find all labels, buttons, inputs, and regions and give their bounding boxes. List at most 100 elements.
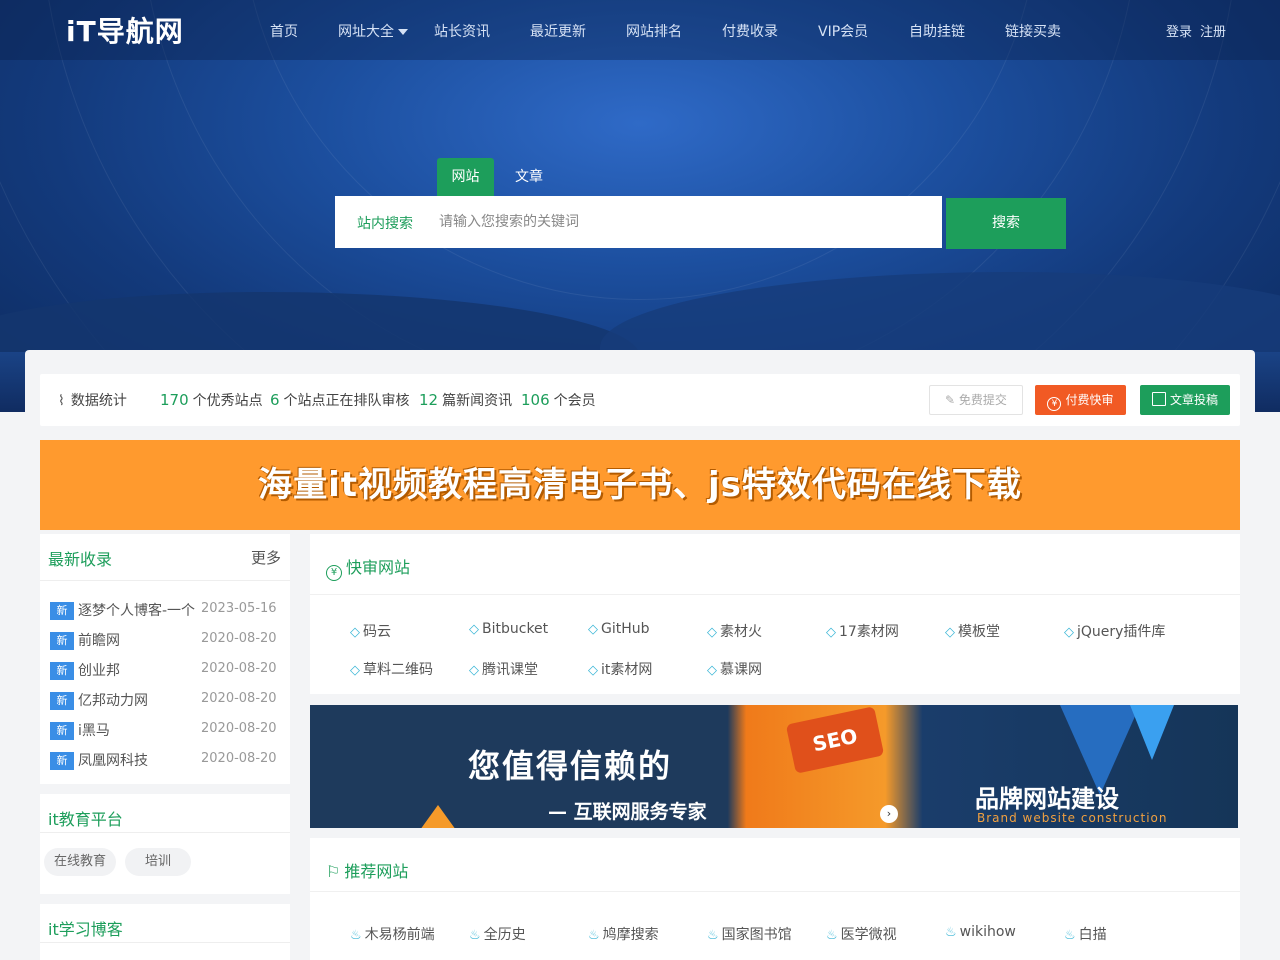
tab-site[interactable]: 网站: [437, 158, 494, 196]
nav-item-directory-label: 网址大全: [338, 24, 394, 40]
stat-news: 12 篇新闻资讯: [419, 390, 512, 410]
site-link[interactable]: ◇ GitHub: [588, 621, 650, 637]
diamond-icon: ◇: [707, 625, 717, 640]
free-submit-button[interactable]: ✎ 免费提交: [929, 385, 1023, 415]
latest-more-link[interactable]: 更多: [251, 547, 281, 568]
nav-item-ranking[interactable]: 网站排名: [626, 21, 682, 41]
chevron-right-icon[interactable]: ›: [880, 805, 898, 823]
edu-card: it教育平台 在线教育 培训: [40, 794, 290, 894]
list-item[interactable]: 新 i黑马 2020-08-20: [50, 720, 285, 740]
nav-item-recent[interactable]: 最近更新: [530, 21, 586, 41]
site-link[interactable]: ♨ 全历史: [469, 924, 526, 944]
fast-review-title-label: 快审网站: [346, 558, 411, 577]
site-link-label: 模板堂: [958, 624, 1000, 640]
tab-article[interactable]: 文章: [507, 158, 551, 196]
stat-pending: 6 个站点正在排队审核: [270, 390, 410, 410]
site-link[interactable]: ◇ jQuery插件库: [1064, 621, 1165, 641]
blog-card: it学习博客: [40, 904, 290, 960]
paid-review-button[interactable]: ¥ 付费快审: [1035, 385, 1126, 415]
top-nav: iT导航网 首页 网址大全 站长资讯 最近更新 网站排名 付费收录 VIP会员 …: [0, 0, 1280, 60]
site-link-label: GitHub: [601, 621, 650, 637]
chevron-down-icon: [398, 29, 408, 35]
ad-subline: — 互联网服务专家: [548, 801, 707, 823]
site-link[interactable]: ◇ 模板堂: [945, 621, 1000, 641]
tag-online-edu[interactable]: 在线教育: [44, 848, 117, 876]
list-item[interactable]: 新逐梦个人博客-一个 2023-05-16: [50, 600, 285, 620]
nav-item-paid[interactable]: 付费收录: [722, 21, 778, 41]
site-link[interactable]: ◇ Bitbucket: [469, 621, 548, 637]
pulse-icon: ⌇: [58, 393, 65, 409]
search-box: 站内搜索: [335, 196, 942, 248]
list-item-date: 2020-08-20: [201, 751, 277, 766]
site-link-label: wikihow: [959, 924, 1016, 940]
new-badge: 新: [50, 752, 74, 770]
list-item-name: 凤凰网科技: [78, 753, 148, 769]
flag-icon: ⚐: [326, 862, 341, 881]
nav-item-selflink[interactable]: 自助挂链: [909, 21, 965, 41]
register-link[interactable]: 注册: [1200, 21, 1226, 40]
list-item[interactable]: 新亿邦动力网 2020-08-20: [50, 690, 285, 710]
search-scope-label[interactable]: 站内搜索: [357, 213, 413, 233]
nav-item-linktrade[interactable]: 链接买卖: [1005, 21, 1061, 41]
site-link[interactable]: ♨ 白描: [1064, 924, 1107, 944]
list-item-name: 亿邦动力网: [78, 693, 148, 709]
list-item[interactable]: 新创业邦 2020-08-20: [50, 660, 285, 680]
site-link[interactable]: ♨ 医学微视: [826, 924, 897, 944]
site-link[interactable]: ♨ 鸠摩搜索: [588, 924, 659, 944]
nav-item-vip[interactable]: VIP会员: [818, 21, 868, 41]
site-link-label: it素材网: [601, 662, 653, 678]
list-item-name: 逐梦个人博客-一个: [78, 603, 196, 619]
diamond-icon: ◇: [469, 663, 479, 678]
free-submit-label: 免费提交: [958, 393, 1007, 407]
stat-members-label: 个会员: [553, 393, 596, 409]
site-link[interactable]: ♨ wikihow: [945, 924, 1016, 940]
site-link[interactable]: ◇ 草料二维码: [350, 659, 433, 679]
site-link-label: 白描: [1078, 927, 1107, 943]
site-link[interactable]: ◇ it素材网: [588, 659, 652, 679]
tag-training[interactable]: 培训: [125, 848, 192, 876]
latest-title: 最新收录: [48, 550, 113, 569]
nav-item-directory[interactable]: 网址大全: [338, 21, 408, 41]
stat-news-label: 篇新闻资讯: [442, 393, 513, 409]
site-link[interactable]: ♨ 国家图书馆: [707, 924, 792, 944]
new-badge: 新: [50, 662, 74, 680]
diamond-icon: ◇: [1064, 625, 1074, 640]
search-input[interactable]: [439, 208, 919, 236]
site-link[interactable]: ◇ 素材火: [707, 621, 762, 641]
flame-icon: ♨: [1064, 928, 1076, 943]
site-link[interactable]: ◇ 腾讯课堂: [469, 659, 538, 679]
site-link-label: 医学微视: [840, 927, 897, 943]
list-item-name: i黑马: [78, 723, 110, 739]
blog-title: it学习博客: [48, 920, 123, 939]
site-link-label: 慕课网: [720, 662, 762, 678]
site-link[interactable]: ◇ 码云: [350, 621, 391, 641]
site-link-label: jQuery插件库: [1077, 624, 1166, 640]
list-item-date: 2023-05-16: [201, 601, 277, 616]
site-link[interactable]: ◇ 慕课网: [707, 659, 762, 679]
nav-item-home[interactable]: 首页: [270, 21, 298, 41]
nav-item-news[interactable]: 站长资讯: [434, 21, 490, 41]
site-link[interactable]: ♨ 木易杨前端: [350, 924, 435, 944]
ad-brand-subtitle: Brand website construction: [977, 811, 1168, 825]
site-logo[interactable]: iT导航网: [66, 10, 184, 50]
stats-bar: ⌇ 数据统计 170 个优秀站点 6 个站点正在排队审核 12 篇新闻资讯 106 个会员…: [40, 374, 1240, 426]
search-button[interactable]: 搜索: [946, 198, 1066, 249]
stat-sites-count: 170: [160, 391, 189, 409]
list-item[interactable]: 新前瞻网 2020-08-20: [50, 630, 285, 650]
list-item[interactable]: 新凤凰网科技 2020-08-20: [50, 750, 285, 770]
site-link-label: Bitbucket: [482, 621, 549, 637]
seo-badge: SEO: [785, 706, 885, 774]
promo-banner[interactable]: 海量it视频教程高清电子书、js特效代码在线下载: [40, 440, 1240, 530]
site-link[interactable]: ◇ 17素材网: [826, 621, 899, 641]
diamond-icon: ◇: [588, 622, 598, 637]
list-item-date: 2020-08-20: [201, 721, 277, 736]
brand-ad-image[interactable]: SEO 您值得信赖的 — 互联网服务专家 品牌网站建设 Brand websit…: [310, 705, 1238, 828]
login-link[interactable]: 登录: [1166, 21, 1192, 40]
post-article-button[interactable]: 文章投稿: [1140, 385, 1230, 415]
flame-icon: ♨: [707, 928, 719, 943]
ad-headline: 您值得信赖的: [468, 747, 673, 785]
diamond-icon: ◇: [588, 663, 598, 678]
recommend-title: ⚐ 推荐网站: [326, 858, 408, 882]
list-item-name: 创业邦: [78, 663, 120, 679]
post-article-label: 文章投稿: [1169, 393, 1218, 407]
